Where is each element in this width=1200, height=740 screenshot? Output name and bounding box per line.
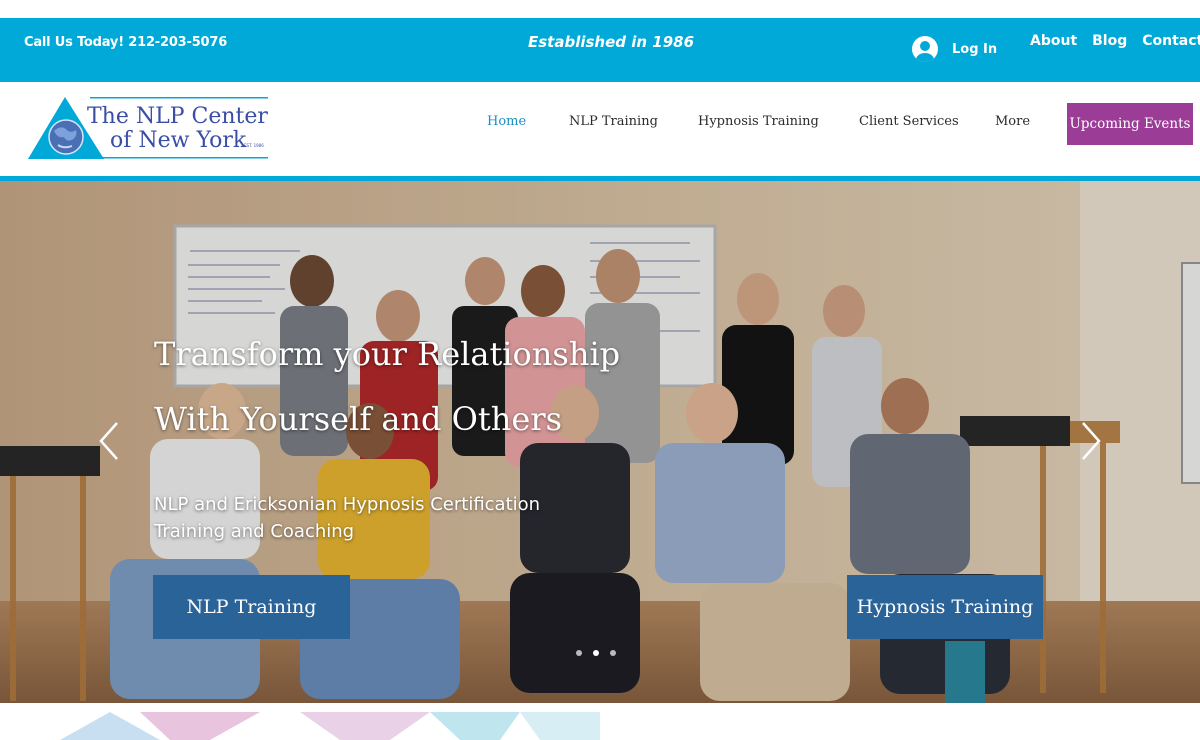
nav-nlp-training[interactable]: NLP Training [569, 114, 658, 129]
user-avatar-icon [912, 36, 938, 62]
slide-indicators [576, 650, 616, 656]
logo-est: EST. 1986 [244, 143, 264, 148]
upcoming-events-button[interactable]: Upcoming Events [1067, 103, 1193, 145]
decorative-pattern-strip [0, 712, 600, 740]
logo-line-1: The NLP Center [87, 104, 268, 129]
hypnosis-training-button[interactable]: Hypnosis Training [847, 575, 1043, 639]
contact-link[interactable]: Contact [1142, 33, 1200, 49]
nlp-training-button[interactable]: NLP Training [153, 575, 350, 639]
hero-title-line-2: With Yourself and Others [154, 400, 563, 438]
phone-number[interactable]: Call Us Today! 212-203-5076 [24, 35, 227, 50]
slide-dot-active[interactable] [593, 650, 599, 656]
nav-home[interactable]: Home [487, 114, 526, 129]
top-links: About Blog Contact [1030, 33, 1200, 49]
previous-slide-arrow-icon[interactable] [98, 421, 120, 461]
about-link[interactable]: About [1030, 33, 1077, 49]
logo-line-2: of New York [110, 128, 247, 153]
nav-more[interactable]: More [995, 114, 1030, 129]
slide-dot[interactable] [576, 650, 582, 656]
nav-client-services[interactable]: Client Services [859, 114, 959, 129]
login-label: Log In [952, 41, 998, 57]
main-header: The NLP Center of New York EST. 1986 Hom… [0, 82, 1200, 176]
site-logo[interactable]: The NLP Center of New York EST. 1986 [28, 97, 270, 159]
top-bar: Call Us Today! 212-203-5076 Established … [0, 18, 1200, 82]
login-button[interactable]: Log In [912, 36, 997, 62]
blog-link[interactable]: Blog [1092, 33, 1127, 49]
slide-dot[interactable] [610, 650, 616, 656]
hero-title-line-1: Transform your Relationship [154, 335, 621, 373]
established-tagline: Established in 1986 [528, 33, 695, 51]
next-slide-arrow-icon[interactable] [1080, 421, 1102, 461]
logo-graphic: The NLP Center of New York EST. 1986 [28, 97, 268, 159]
hero-slideshow: Transform your Relationship With Yoursel… [0, 181, 1200, 703]
nav-hypnosis-training[interactable]: Hypnosis Training [698, 114, 819, 129]
hero-subtitle: NLP and Ericksonian Hypnosis Certificati… [154, 494, 541, 542]
